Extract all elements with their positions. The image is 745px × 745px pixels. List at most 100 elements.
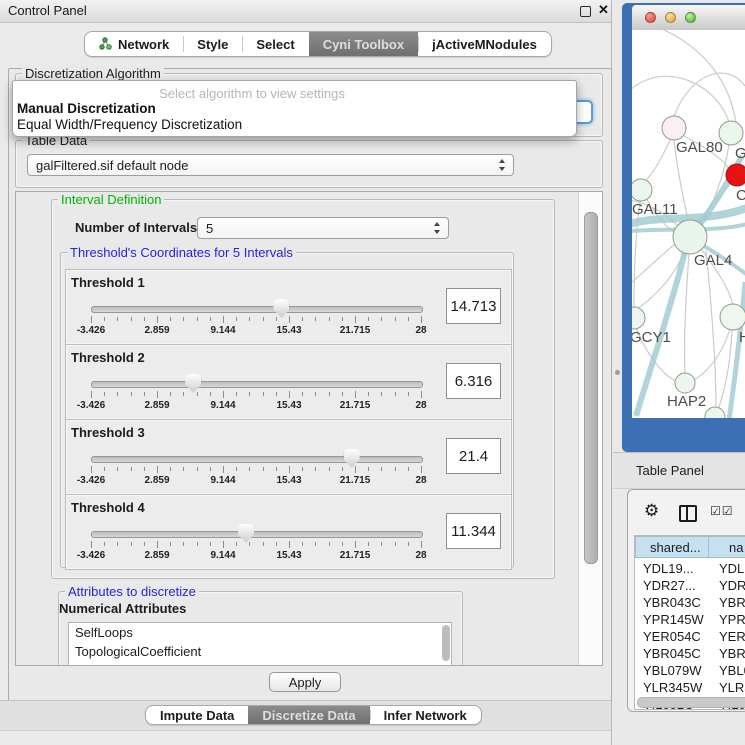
slider-thumb[interactable] [344,449,360,468]
minimize-traffic-light[interactable] [665,12,676,23]
tab-impute-data[interactable]: Impute Data [146,706,248,724]
network-node-label-hap2: HAP2 [667,393,706,410]
network-node-red-node[interactable] [726,164,745,186]
table-cell[interactable]: YDR2 [719,577,745,594]
slider-tick [91,541,92,548]
application-window: Control Panel ✕ NetworkStyleSelectCyni T… [0,0,745,745]
threshold-value-field[interactable]: 21.4 [446,438,501,474]
numerical-attribute-item[interactable]: SelfLoops [69,623,451,642]
slider-tick [263,467,264,471]
network-window-titlebar[interactable] [632,5,745,31]
network-edge [632,76,729,122]
table-cell[interactable]: YBR043C [643,594,701,611]
slider-tick [104,467,105,471]
close-traffic-light[interactable] [645,12,656,23]
tab-discretize-data[interactable]: Discretize Data [248,706,369,724]
numerical-attributes-list[interactable]: SelfLoopsTopologicalCoefficientBetweenne… [68,622,452,666]
slider-tick [183,467,184,471]
network-node-hap2[interactable] [675,373,695,393]
table-header-shared[interactable]: shared... [635,536,709,558]
table-hscrollbar-thumb[interactable] [637,697,745,708]
panel-scrollbar-track[interactable] [578,192,602,665]
checkbox-icon[interactable]: ☑ [722,504,734,518]
table-cell[interactable]: YDL1 [719,560,745,577]
number-of-intervals-combo[interactable]: 5 [197,217,449,239]
slider-tick-label: 28 [391,550,451,561]
dropdown-option-manual-discretization[interactable]: Manual Discretization [17,101,156,116]
slider-tick [91,391,92,398]
table-panel-title: Table Panel [636,463,704,478]
dropdown-option-equal-width-frequency-discretization[interactable]: Equal Width/Frequency Discretization [17,117,242,132]
slider-track[interactable] [91,456,423,463]
threshold-label: Threshold 2 [71,350,145,365]
slider-tick-label: 28 [391,400,451,411]
network-node-h-partial[interactable] [720,304,745,330]
tab-select[interactable]: Select [242,32,308,56]
checkbox-icon[interactable]: ☑ [710,504,722,518]
slider-thumb[interactable] [238,524,254,543]
table-cell[interactable]: YER054C [643,628,701,645]
panel-scrollbar-thumb[interactable] [584,212,598,564]
slider-tick [421,316,422,323]
slider-tick [315,467,316,471]
close-icon[interactable]: ✕ [598,2,609,18]
table-data-combo[interactable]: galFiltered.sif default node [27,154,514,176]
table-cell[interactable]: YBR0 [719,594,745,611]
checkbox-icons[interactable]: ☑☑ [710,504,734,518]
tab-style[interactable]: Style [183,32,242,56]
numerical-attribute-item[interactable]: BetweennessCentrality [69,661,451,666]
splitter-handle[interactable] [615,370,620,375]
slider-tick [210,392,211,396]
slider-tick-label: 21.715 [325,400,385,411]
slider-track[interactable] [91,306,423,313]
slider-tick [157,466,158,473]
network-node-gal80[interactable] [662,116,686,140]
list-scrollbar-thumb[interactable] [442,625,450,661]
apply-button[interactable]: Apply [269,672,341,692]
table-cell[interactable]: YBR045C [643,645,701,662]
threshold-value-field[interactable]: 14.713 [446,288,501,324]
gear-icon[interactable]: ⚙ [644,502,659,519]
threshold-value-field[interactable]: 6.316 [446,363,501,399]
slider-tick [315,317,316,321]
table-cell[interactable]: YER0 [719,628,745,645]
table-cell[interactable]: YDR27... [643,577,696,594]
slider-thumb[interactable] [273,299,289,318]
tab-cyni-toolbox[interactable]: Cyni Toolbox [309,32,418,56]
tab-jactivemnodules[interactable]: jActiveMNodules [418,32,551,56]
table-cell[interactable]: YLR3 [719,679,745,696]
slider-thumb[interactable] [185,374,201,393]
slider-tick [249,467,250,471]
float-window-icon[interactable] [580,6,591,17]
network-node-gcy1[interactable] [632,307,645,329]
network-canvas[interactable]: GAL80GACGAL11GAL4GCY1HHAP2 [632,30,745,418]
table-cell[interactable]: YBL0 [719,662,745,679]
zoom-traffic-light[interactable] [685,12,696,23]
network-node-label-gcy1: GCY1 [632,329,671,346]
numerical-attribute-item[interactable]: TopologicalCoefficient [69,642,451,661]
table-cell[interactable]: YPR145W [643,611,704,628]
tab-network[interactable]: Network [85,32,183,56]
slider-tick-label: 9.144 [193,550,253,561]
slider-tick-label: 2.859 [127,325,187,336]
table-cell[interactable]: YLR345W [643,679,702,696]
threshold-value-field[interactable]: 11.344 [446,513,501,549]
table-cell[interactable]: YBR0 [719,645,745,662]
slider-tick [157,541,158,548]
columns-icon[interactable] [679,505,697,522]
network-node-gal11[interactable] [632,179,652,201]
table-cell[interactable]: YDL19... [643,560,694,577]
table-cell[interactable]: YBL079W [643,662,702,679]
network-node-bottom-partial[interactable] [705,407,725,418]
slider-track[interactable] [91,531,423,538]
network-node-gal4[interactable] [673,220,707,254]
table-cell[interactable]: YPR1 [719,611,745,628]
numerical-attributes-label: Numerical Attributes [59,601,186,616]
slider-track[interactable] [91,381,423,388]
tab-infer-network[interactable]: Infer Network [370,706,481,724]
slider-tick [289,316,290,323]
table-header-na[interactable]: na [708,536,745,558]
slider-tick [355,391,356,398]
slider-tick [329,542,330,546]
slider-tick [144,467,145,471]
